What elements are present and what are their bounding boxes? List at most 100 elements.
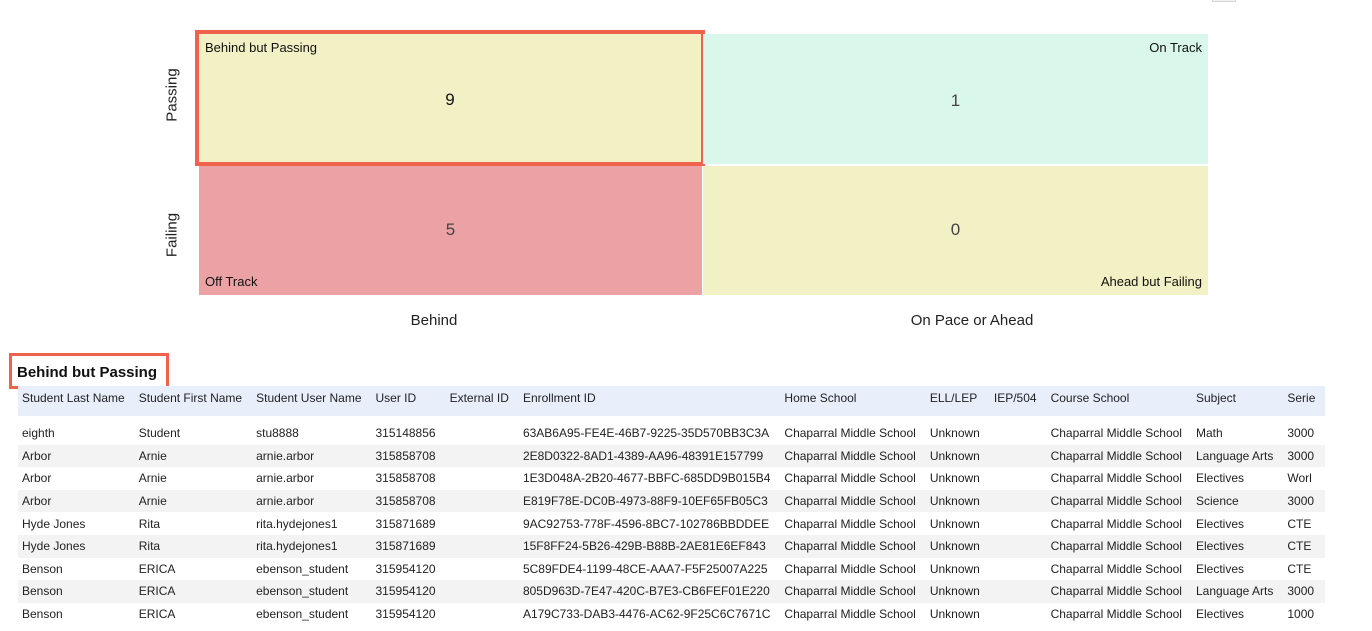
table-cell: Unknown: [925, 489, 990, 513]
table-cell: 315871689: [375, 516, 436, 531]
table-row[interactable]: Arbor Arnie arnie.arbor 315858708 E819F78E-D…: [18, 489, 1326, 513]
table-cell: Worl: [1287, 471, 1312, 486]
table-cell: arnie.arbor: [252, 489, 372, 513]
column-header[interactable]: User ID: [371, 386, 446, 416]
table-cell: arnie.arbor: [256, 471, 315, 486]
table-cell: Chaparral Middle School: [1050, 516, 1182, 531]
table-cell: Chaparral Middle School: [784, 426, 916, 441]
table-row[interactable]: Benson ERICA ebenson_student 315954120 805D9…: [18, 580, 1326, 603]
table-cell: E819F78E-DC0B-4973-88F9-10EF65FB05C3: [518, 489, 781, 513]
table-cell: 3000: [1287, 426, 1315, 441]
table-cell: Student: [138, 426, 181, 441]
table-row[interactable]: eighth Student stu8888 315148856 63AB6A95-FE…: [18, 422, 1325, 445]
table-cell: [990, 422, 1047, 445]
table-cell: 315954120: [371, 580, 446, 603]
quadrant-on-track[interactable]: On Track 1: [703, 34, 1208, 164]
table-cell: Benson: [18, 580, 135, 603]
quadrant-label: Off Track: [205, 274, 258, 289]
student-table-container: Student Last Name Student First Name Stude…: [18, 386, 1372, 625]
quadrant-count: 1: [950, 91, 961, 110]
table-cell: 315148856: [375, 426, 436, 441]
table-cell: Chaparral Middle School: [1046, 534, 1192, 558]
table-cell: Arnie: [134, 489, 253, 513]
table-cell: Unknown: [929, 561, 980, 576]
section-title: Behind but Passing: [9, 353, 170, 389]
table-cell: Chaparral Middle School: [1050, 426, 1182, 441]
column-header[interactable]: External ID: [445, 386, 519, 416]
table-cell: A179C733-DAB3-4476-AC62-9F25C6C7671C: [522, 607, 771, 622]
table-cell: Chaparral Middle School: [780, 580, 926, 603]
quadrant-count: 5: [445, 220, 456, 239]
table-cell: Electives: [1195, 607, 1244, 622]
table-cell: Arnie: [134, 444, 253, 468]
table-cell: Chaparral Middle School: [1046, 489, 1192, 513]
table-cell: stu8888: [256, 426, 299, 441]
table-cell: 63AB6A95-FE4E-46B7-9225-35D570BB3C3A: [522, 426, 770, 441]
table-cell: Chaparral Middle School: [780, 534, 926, 558]
column-header[interactable]: Student User Name: [252, 386, 372, 416]
quadrant-off-track[interactable]: 5 Off Track: [199, 166, 702, 295]
quadrant-count: 0: [950, 220, 961, 239]
table-cell: Chaparral Middle School: [784, 607, 916, 622]
table-cell: Chaparral Middle School: [1050, 561, 1182, 576]
column-header[interactable]: Student First Name: [134, 386, 253, 416]
table-cell: Unknown: [929, 607, 980, 622]
table-row[interactable]: Arbor Arnie arnie.arbor 315858708 2E8D0322-8…: [18, 444, 1326, 468]
table-cell: Unknown: [929, 426, 980, 441]
table-cell: 3000: [1283, 580, 1326, 603]
table-cell: Arnie: [138, 471, 167, 486]
table-cell: 3000: [1283, 444, 1326, 468]
table-cell: 315954120: [375, 561, 436, 576]
table-cell: 3000: [1283, 489, 1326, 513]
column-header[interactable]: Subject: [1191, 386, 1284, 416]
table-cell: arnie.arbor: [252, 444, 372, 468]
x-label-behind: Behind: [410, 312, 458, 329]
table-cell: Electives: [1195, 561, 1244, 576]
column-header[interactable]: Enrollment ID: [518, 386, 781, 416]
quadrant-ahead-but-failing[interactable]: 0 Ahead but Failing: [703, 166, 1208, 295]
column-header[interactable]: ELL/LEP: [925, 386, 990, 416]
column-header[interactable]: Serie: [1283, 386, 1326, 416]
table-cell: Hyde Jones: [22, 516, 86, 531]
table-cell: Unknown: [929, 516, 980, 531]
table-cell: ERICA: [138, 561, 176, 576]
table-cell: [990, 603, 1047, 626]
table-cell: 9AC92753-778F-4596-8BC7-102786BBDDEE: [522, 516, 770, 531]
table-cell: Math: [1195, 426, 1223, 441]
table-cell: rita.hydejones1: [256, 516, 338, 531]
table-row[interactable]: Hyde Jones Rita rita.hydejones1 315871689 9A…: [18, 512, 1325, 535]
column-header[interactable]: Course School: [1046, 386, 1192, 416]
table-cell: Language Arts: [1191, 444, 1284, 468]
table-cell: [989, 534, 1047, 558]
table-cell: Chaparral Middle School: [780, 489, 926, 513]
table-cell: [445, 444, 519, 468]
table-cell: ebenson_student: [256, 607, 349, 622]
table-cell: ERICA: [138, 607, 176, 622]
table-cell: 315954120: [375, 607, 436, 622]
quadrant-behind-but-passing[interactable]: Behind but Passing 9: [195, 30, 705, 166]
table-row[interactable]: Benson ERICA ebenson_student 315954120 5C89F…: [18, 558, 1325, 581]
student-table: Student Last Name Student First Name Stude…: [18, 386, 1326, 626]
table-row[interactable]: Hyde Jones Rita rita.hydejones1 315871689 15…: [18, 534, 1326, 558]
table-cell: [446, 603, 519, 626]
table-cell: 5C89FDE4-1199-48CE-AAA7-F5F25007A225: [522, 561, 768, 576]
table-cell: Unknown: [925, 444, 990, 468]
table-cell: Arbor: [18, 444, 135, 468]
table-header-row: Student Last Name Student First Name Stude…: [18, 386, 1326, 416]
table-cell: Chaparral Middle School: [784, 471, 916, 486]
table-cell: Benson: [22, 561, 63, 576]
column-header[interactable]: Home School: [780, 386, 926, 416]
x-label-on-pace: On Pace or Ahead: [910, 312, 1034, 329]
table-cell: CTE: [1287, 561, 1312, 576]
table-cell: [989, 580, 1047, 603]
table-row[interactable]: Benson ERICA ebenson_student 315954120 A179C…: [18, 603, 1325, 626]
table-cell: Chaparral Middle School: [784, 516, 916, 531]
quadrant-count: 9: [445, 90, 455, 109]
table-cell: [990, 467, 1047, 490]
column-header[interactable]: IEP/504: [989, 386, 1047, 416]
table-row[interactable]: Arbor Arnie arnie.arbor 315858708 1E3D048A-2…: [18, 467, 1325, 490]
column-header[interactable]: Student Last Name: [18, 386, 135, 416]
table-cell: [445, 580, 519, 603]
table-cell: 1000: [1287, 607, 1315, 622]
table-cell: [445, 489, 519, 513]
